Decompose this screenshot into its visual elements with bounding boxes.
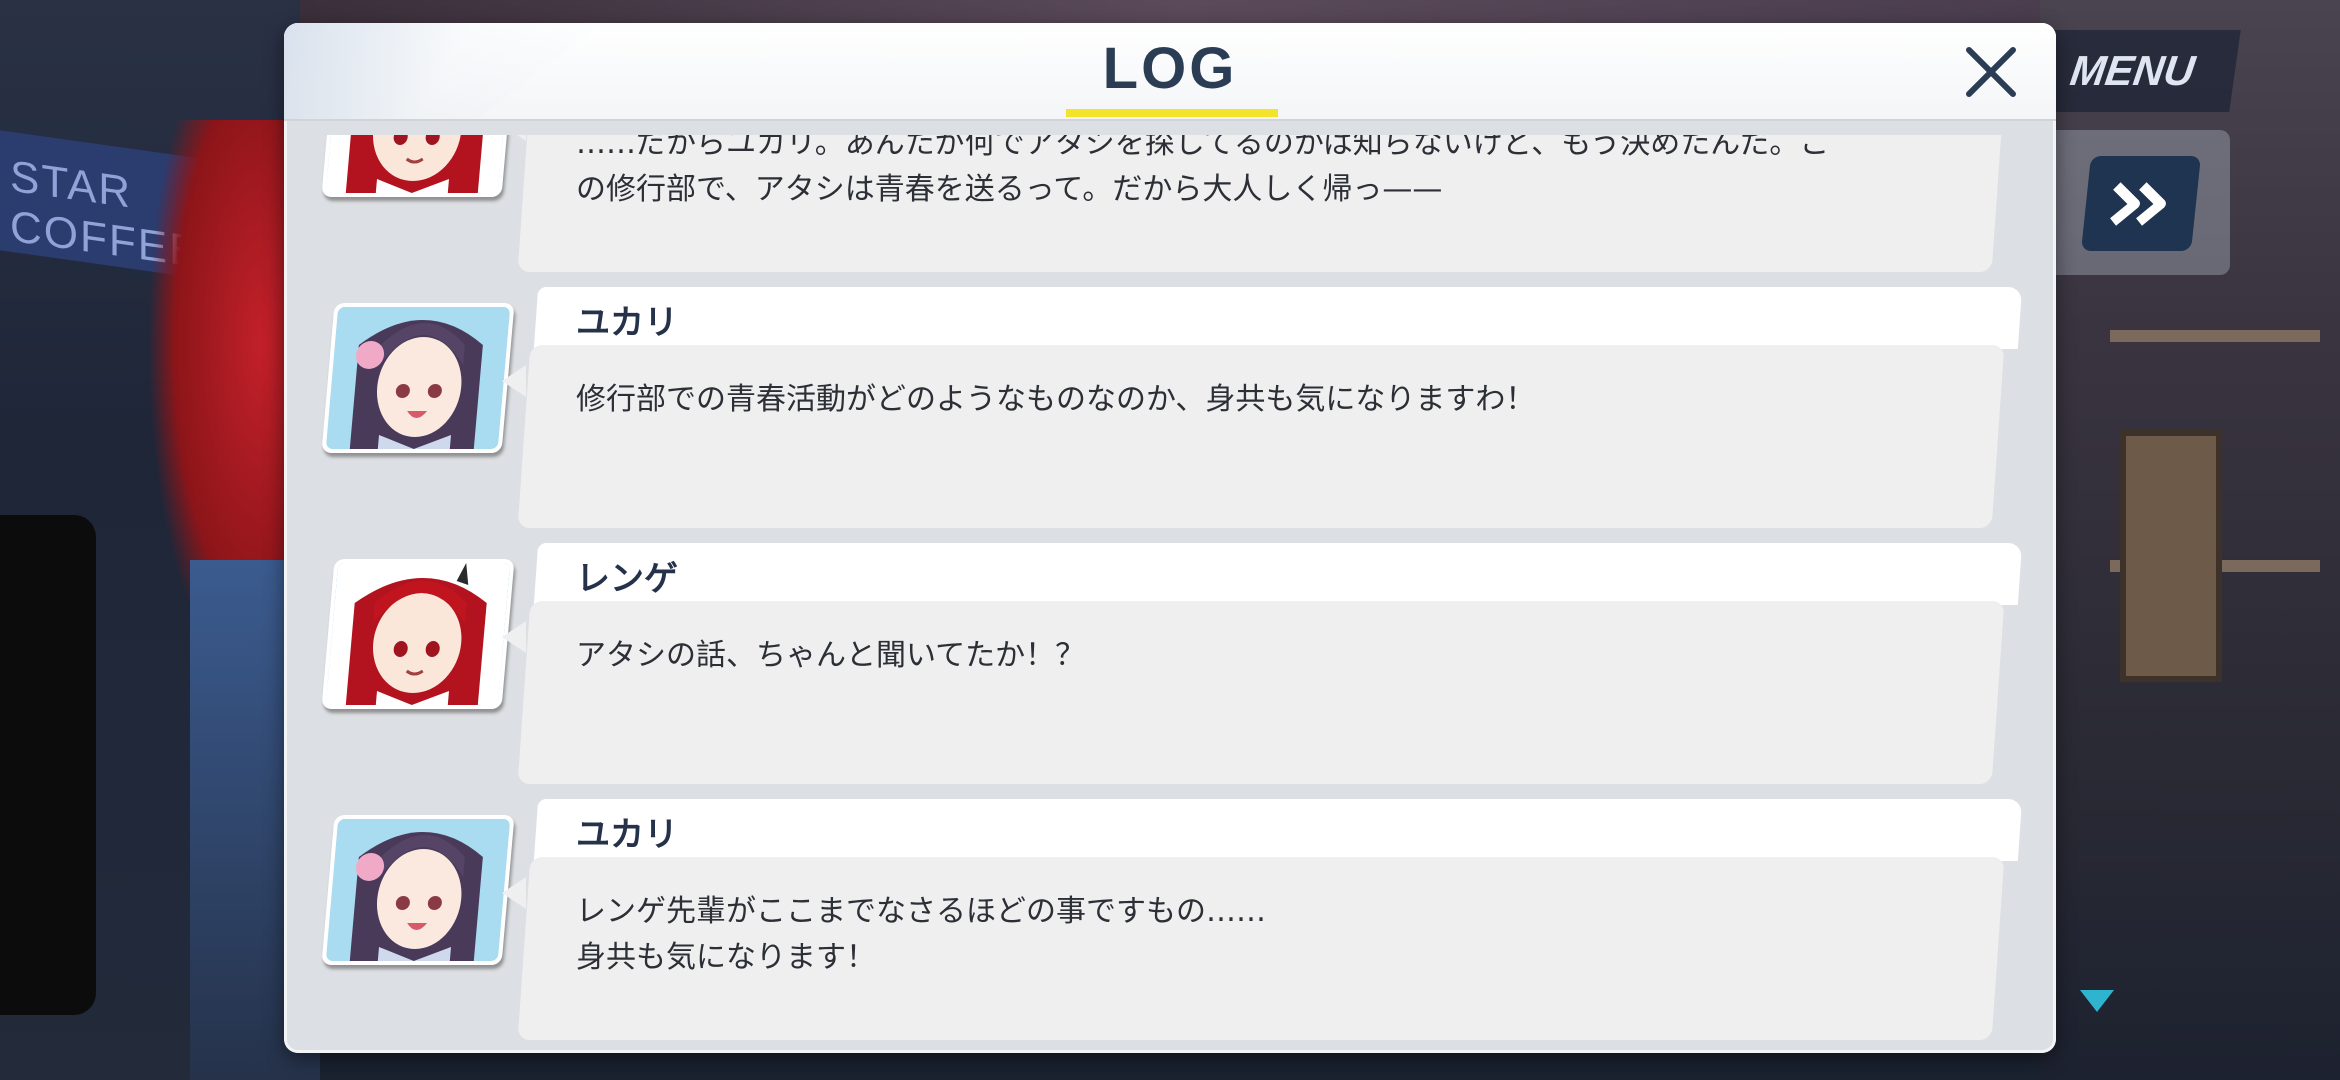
close-button[interactable]: [1958, 39, 2024, 105]
message-text: レンゲ先輩がここまでなさるほどの事ですもの…… 身共も気になります！: [576, 894, 1266, 975]
speaker-portrait-renge: [321, 135, 515, 197]
speaker-portrait-yukari: [321, 303, 515, 453]
shop-window: [2120, 430, 2222, 682]
speaker-portrait-yukari: [321, 815, 515, 965]
log-entry: ……だからユカリ。あんたが何でアタシを探してるのかは知らないけど、もう決めたんだ…: [298, 135, 2042, 277]
log-entry: レンゲ アタシの話、ちゃんと聞いてたか！？: [298, 543, 2042, 789]
fast-forward-icon: [2110, 181, 2167, 226]
fast-forward-button[interactable]: [2081, 156, 2201, 251]
close-icon: [1966, 47, 2016, 97]
yukari-portrait-art: [325, 819, 511, 961]
log-list[interactable]: ……だからユカリ。あんたが何でアタシを探してるのかは知らないけど、もう決めたんだ…: [298, 135, 2042, 1053]
log-entry: ユカリ 修行部での青春活動がどのようなものなのか、身共も気になりますわ！: [298, 287, 2042, 533]
yukari-portrait-art: [325, 307, 511, 449]
menu-button[interactable]: MENU: [2024, 30, 2241, 112]
message-text: アタシの話、ちゃんと聞いてたか！？: [576, 638, 1086, 673]
speaker-name-bar: [533, 287, 2023, 349]
shelf: [2110, 330, 2320, 342]
title-underline: [1066, 109, 1278, 117]
speaker-name-bar: [533, 799, 2023, 861]
speaker-name: ユカリ: [576, 815, 678, 855]
log-entry: ユカリ レンゲ先輩がここまでなさるほどの事ですもの…… 身共も気になります！: [298, 799, 2042, 1045]
speaker-name-bar: [533, 543, 2023, 605]
scroll-down-indicator-icon: [2080, 990, 2114, 1012]
renge-portrait-art: [325, 135, 511, 193]
log-dialog: LOG ……だからユカリ。あんたが何でアタシを探してるのかは知らないけど、もう決…: [284, 23, 2056, 1053]
message-box: [517, 345, 2005, 528]
left-side-panel: [0, 515, 96, 1015]
dialog-title: LOG: [1102, 36, 1238, 101]
message-text: ……だからユカリ。あんたが何でアタシを探してるのかは知らないけど、もう決めたんだ…: [576, 135, 1830, 207]
speaker-name: レンゲ: [576, 559, 678, 599]
message-box: [517, 601, 2005, 784]
speaker-name: ユカリ: [576, 303, 678, 343]
dialog-header: LOG: [284, 23, 2056, 121]
renge-portrait-art: [325, 563, 511, 705]
speaker-portrait-renge: [321, 559, 515, 709]
message-text: 修行部での青春活動がどのようなものなのか、身共も気になりますわ！: [576, 382, 1536, 417]
